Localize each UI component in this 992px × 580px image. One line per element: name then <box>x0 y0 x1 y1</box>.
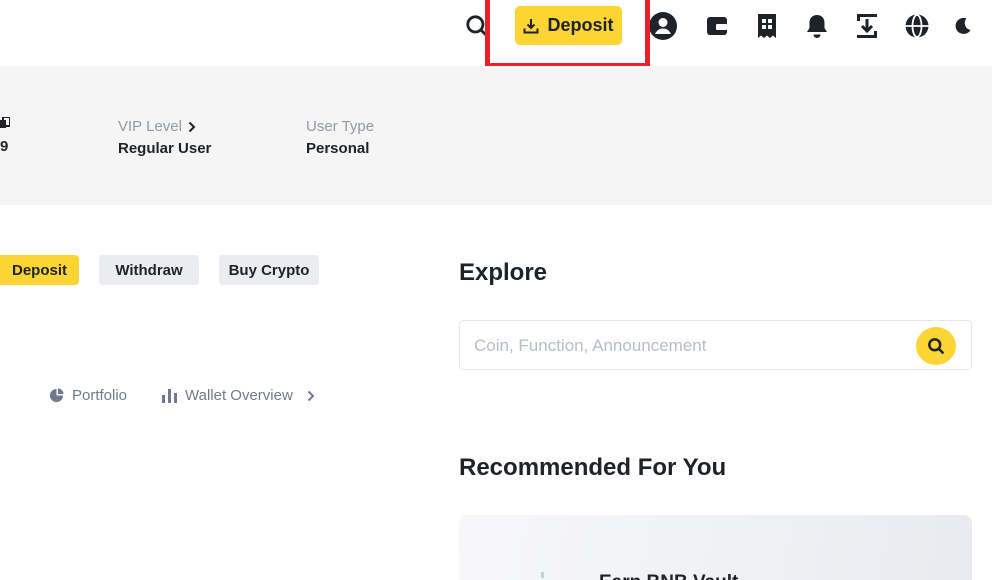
account-summary-band: 9 VIP Level Regular User User Type Perso… <box>0 66 992 205</box>
wallet-overview-label: Wallet Overview <box>185 387 293 404</box>
notification-bell-icon[interactable] <box>801 10 833 42</box>
portfolio-label: Portfolio <box>72 387 128 404</box>
withdraw-button[interactable]: Withdraw <box>99 255 199 285</box>
copy-icon[interactable] <box>0 116 11 136</box>
portfolio-link[interactable]: Portfolio <box>49 387 127 404</box>
vip-level-stat: VIP Level Regular User <box>118 118 211 157</box>
search-icon[interactable] <box>461 10 493 42</box>
deposit-action-button[interactable]: Deposit <box>0 255 79 285</box>
card-illustration <box>541 572 544 578</box>
withdraw-label: Withdraw <box>115 261 183 279</box>
vip-level-label: VIP Level <box>118 118 182 135</box>
deposit-button-label: Deposit <box>547 15 614 35</box>
buy-crypto-label: Buy Crypto <box>228 261 310 279</box>
buy-crypto-button[interactable]: Buy Crypto <box>219 255 319 285</box>
user-type-stat: User Type Personal <box>306 118 374 157</box>
orders-icon[interactable] <box>751 10 783 42</box>
search-icon <box>928 338 944 354</box>
recommended-heading: Recommended For You <box>459 454 727 481</box>
globe-language-icon[interactable] <box>901 10 933 42</box>
pie-chart-icon <box>49 388 64 403</box>
moon-theme-icon[interactable] <box>947 10 979 42</box>
deposit-action-label: Deposit <box>11 261 67 279</box>
explore-heading: Explore <box>459 259 548 286</box>
vip-level-link[interactable]: VIP Level <box>118 118 211 135</box>
deposit-button[interactable]: Deposit <box>515 6 622 45</box>
download-app-icon[interactable] <box>851 10 883 42</box>
recommended-card[interactable]: Earn BNB Vault <box>459 515 972 580</box>
chevron-right-icon <box>307 390 315 401</box>
search-submit-button[interactable] <box>916 327 956 365</box>
bar-chart-icon <box>162 388 177 403</box>
explore-search-box <box>459 320 972 370</box>
top-navbar: Deposit <box>0 0 992 68</box>
explore-search-input[interactable] <box>474 333 904 359</box>
wallet-overview-link[interactable]: Wallet Overview <box>162 387 315 404</box>
recommended-card-title: Earn BNB Vault <box>599 572 738 580</box>
user-type-value: Personal <box>306 140 370 157</box>
download-icon <box>523 18 539 33</box>
wallet-icon[interactable] <box>701 10 733 42</box>
uid-value: 9 <box>0 138 9 155</box>
user-profile-icon[interactable] <box>647 10 679 42</box>
user-type-label: User Type <box>306 118 375 135</box>
chevron-right-icon <box>188 121 196 132</box>
vip-level-value: Regular User <box>118 140 212 157</box>
